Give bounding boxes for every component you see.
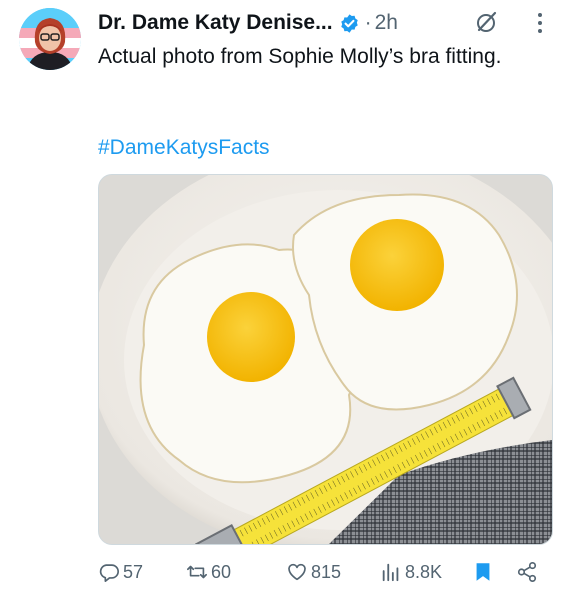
avatar[interactable] xyxy=(19,8,81,70)
repost-count: 60 xyxy=(211,562,232,582)
post-header: Dr. Dame Katy Denise... · 2h xyxy=(98,9,558,37)
like-icon xyxy=(288,563,306,581)
avatar-image xyxy=(19,8,81,70)
views-button[interactable]: 8.8K xyxy=(380,556,442,588)
like-button[interactable]: 815 xyxy=(286,556,341,588)
hashtag-link[interactable]: #DameKatysFacts xyxy=(98,136,270,160)
post-actions: 57 60 815 8.8K xyxy=(98,556,552,588)
verified-badge-icon xyxy=(339,13,360,34)
post-time[interactable]: 2h xyxy=(375,11,398,35)
like-count: 815 xyxy=(311,562,342,582)
grok-icon[interactable] xyxy=(475,10,499,34)
share-icon xyxy=(517,562,537,582)
views-count: 8.8K xyxy=(405,562,443,582)
reply-count: 57 xyxy=(123,562,144,582)
reply-icon xyxy=(99,564,119,582)
bookmark-icon xyxy=(476,563,490,581)
separator-dot: · xyxy=(364,11,372,34)
repost-icon xyxy=(187,565,207,579)
share-button[interactable] xyxy=(516,556,541,588)
more-icon[interactable] xyxy=(528,10,552,36)
repost-button[interactable]: 60 xyxy=(186,556,231,588)
post-text: Actual photo from Sophie Molly’s bra fit… xyxy=(98,45,502,68)
views-icon xyxy=(382,563,399,582)
media-image xyxy=(99,175,552,544)
author-name[interactable]: Dr. Dame Katy Denise... xyxy=(98,11,333,35)
bookmark-button[interactable] xyxy=(472,556,497,588)
post-media[interactable] xyxy=(98,174,553,545)
reply-button[interactable]: 57 xyxy=(98,556,143,588)
